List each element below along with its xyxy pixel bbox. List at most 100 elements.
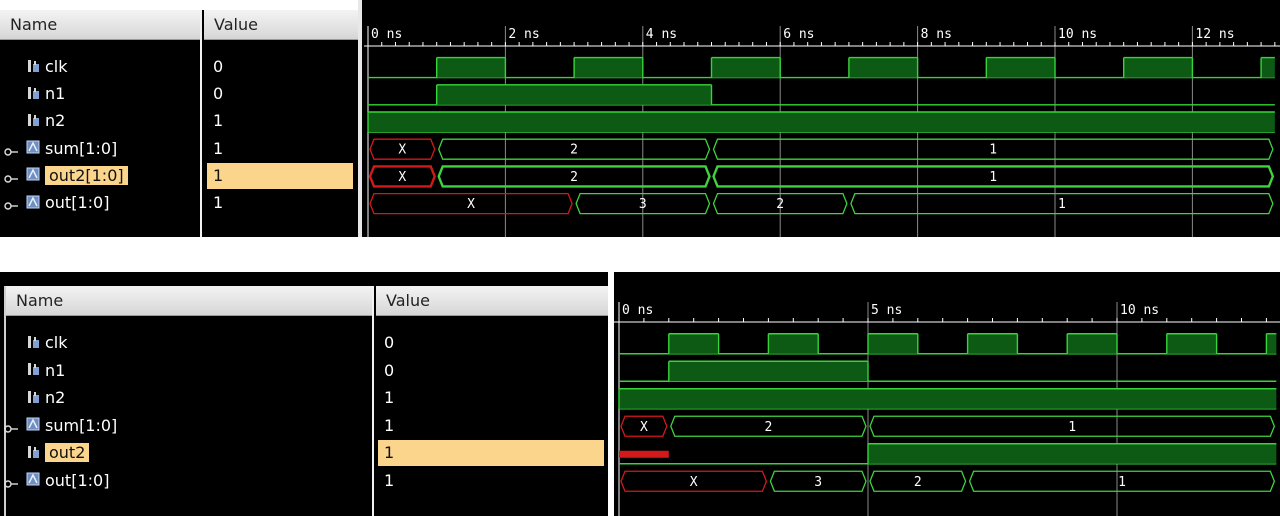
top-column-divider[interactable]: [200, 10, 202, 237]
bottom-waveform-viewer: Name Value clk 0 n1 0 n2 1 sum[1:0] 1 out2 1 out[1…: [0, 272, 1280, 516]
bus-out2-value: 2: [570, 170, 578, 185]
bus-out-value: 2: [914, 475, 922, 490]
signal-value-n1[interactable]: 0: [207, 81, 353, 107]
expand-icon[interactable]: [4, 197, 18, 210]
wave-clk-high: [986, 57, 1055, 78]
bus-out-value: 3: [639, 197, 647, 212]
bus-out-value: 1: [1118, 475, 1126, 490]
bottom-value-column-header[interactable]: Value: [376, 286, 608, 316]
signal-name: out[1:0]: [45, 193, 110, 212]
bottom-name-column-header[interactable]: Name: [6, 286, 372, 316]
signal-name: sum[1:0]: [45, 415, 118, 435]
expand-icon[interactable]: [4, 420, 18, 433]
time-label: 5 ns: [871, 303, 902, 318]
signal-name: n1: [45, 84, 66, 104]
signal-row-out[interactable]: out[1:0]: [24, 190, 109, 216]
signal-row-n2[interactable]: n2: [24, 108, 65, 134]
bottom-column-divider[interactable]: [372, 286, 374, 516]
wave-clk-high: [868, 333, 918, 354]
logic-signal-icon: [24, 360, 42, 378]
signal-row-n2[interactable]: n2: [24, 385, 65, 411]
signal-row-clk[interactable]: clk: [24, 330, 68, 356]
bus-sum-value: X: [640, 420, 648, 435]
time-label: 2 ns: [508, 27, 539, 42]
logic-signal-icon: [24, 388, 42, 406]
signal-value-out[interactable]: 1: [207, 190, 353, 216]
wave-clk-high: [1266, 333, 1277, 354]
bus-out-value: 1: [1058, 197, 1066, 212]
bus-signal-icon: [24, 165, 42, 183]
signal-value-n2[interactable]: 1: [378, 385, 604, 411]
bus-sum-value: 2: [570, 143, 578, 158]
signal-row-out2[interactable]: out2: [24, 440, 90, 466]
top-value-column-header[interactable]: Value: [204, 10, 358, 40]
signal-name: sum[1:0]: [45, 138, 118, 158]
top-waveform-viewer: Name Value clk 0 n1 0 n2 1 sum[1:0] 1 out2[1:0] 1…: [0, 0, 1280, 237]
top-name-column-header[interactable]: Name: [0, 10, 200, 40]
bus-out-value: X: [690, 475, 698, 490]
bus-sum-value: X: [398, 143, 406, 158]
signal-row-out[interactable]: out[1:0]: [24, 468, 109, 494]
expand-icon[interactable]: [4, 170, 18, 183]
wave-n1-high: [668, 361, 868, 382]
wave-clk-high: [711, 57, 781, 78]
bus-signal-icon: [24, 415, 42, 433]
signal-value-out[interactable]: 1: [378, 468, 604, 494]
signal-value-sum[interactable]: 1: [378, 413, 604, 439]
bus-sum-value: 1: [1068, 420, 1076, 435]
signal-row-n1[interactable]: n1: [24, 358, 65, 384]
wave-clk-high: [768, 333, 819, 354]
wave-clk-high: [668, 333, 719, 354]
bus-signal-icon: [24, 193, 42, 211]
bus-sum-value: 2: [764, 420, 772, 435]
bus-out-value: 2: [776, 197, 784, 212]
logic-signal-icon: [24, 57, 42, 75]
signal-value-n1[interactable]: 0: [378, 358, 604, 384]
time-label: 8 ns: [921, 27, 952, 42]
time-label: 6 ns: [783, 27, 814, 42]
signal-row-sum[interactable]: sum[1:0]: [24, 413, 117, 439]
wave-clk-high: [848, 57, 918, 78]
time-label: 10 ns: [1120, 303, 1159, 318]
wave-n2-high: [368, 112, 1275, 132]
bus-out-value: X: [467, 197, 475, 212]
bus-out2-value: 1: [989, 170, 997, 185]
time-label: 10 ns: [1058, 27, 1097, 42]
top-waveform-area[interactable]: 0 ns 2 ns 4 ns 6 ns 8 ns 10 ns 12 ns X 2 1 X 2 1 X 3 2 1: [364, 0, 1280, 237]
wave-clk-high: [1123, 57, 1193, 78]
logic-signal-icon: [24, 84, 42, 102]
time-label: 0 ns: [371, 27, 402, 42]
wave-n1-high: [436, 84, 712, 105]
signal-name: n2: [45, 388, 66, 407]
wave-clk-high: [1067, 333, 1117, 354]
time-label: 0 ns: [622, 303, 653, 318]
expand-icon[interactable]: [4, 143, 18, 156]
bottom-top-strip: [0, 272, 612, 284]
logic-signal-icon: [24, 111, 42, 129]
wave-n2-high: [619, 388, 1277, 409]
wave-clk-high: [436, 57, 506, 78]
signal-value-out2[interactable]: 1: [378, 440, 604, 466]
signal-row-n1[interactable]: n1: [24, 81, 65, 107]
wave-clk-high: [1166, 333, 1217, 354]
time-label: 12 ns: [1195, 27, 1234, 42]
signal-row-out2[interactable]: out2[1:0]: [24, 163, 128, 189]
signal-name: n1: [45, 360, 66, 380]
bus-out2-value: X: [398, 170, 406, 185]
top-header-strip: [0, 0, 358, 10]
wave-clk-high: [967, 333, 1018, 354]
signal-value-clk[interactable]: 0: [207, 54, 353, 80]
signal-row-clk[interactable]: clk: [24, 54, 68, 80]
signal-row-sum[interactable]: sum[1:0]: [24, 136, 117, 162]
logic-signal-icon: [24, 443, 42, 461]
signal-name: clk: [45, 333, 68, 352]
expand-icon[interactable]: [4, 475, 18, 488]
signal-name: out[1:0]: [45, 470, 110, 490]
signal-value-sum[interactable]: 1: [207, 136, 353, 162]
bus-out-value: 3: [814, 475, 822, 490]
top-panel-divider[interactable]: [358, 0, 362, 237]
bottom-waveform-area[interactable]: 0 ns 5 ns 10 ns X 2 1 X 3 2 1: [614, 272, 1280, 516]
signal-value-n2[interactable]: 1: [207, 108, 353, 134]
signal-value-out2[interactable]: 1: [207, 162, 353, 189]
signal-value-clk[interactable]: 0: [378, 330, 604, 356]
